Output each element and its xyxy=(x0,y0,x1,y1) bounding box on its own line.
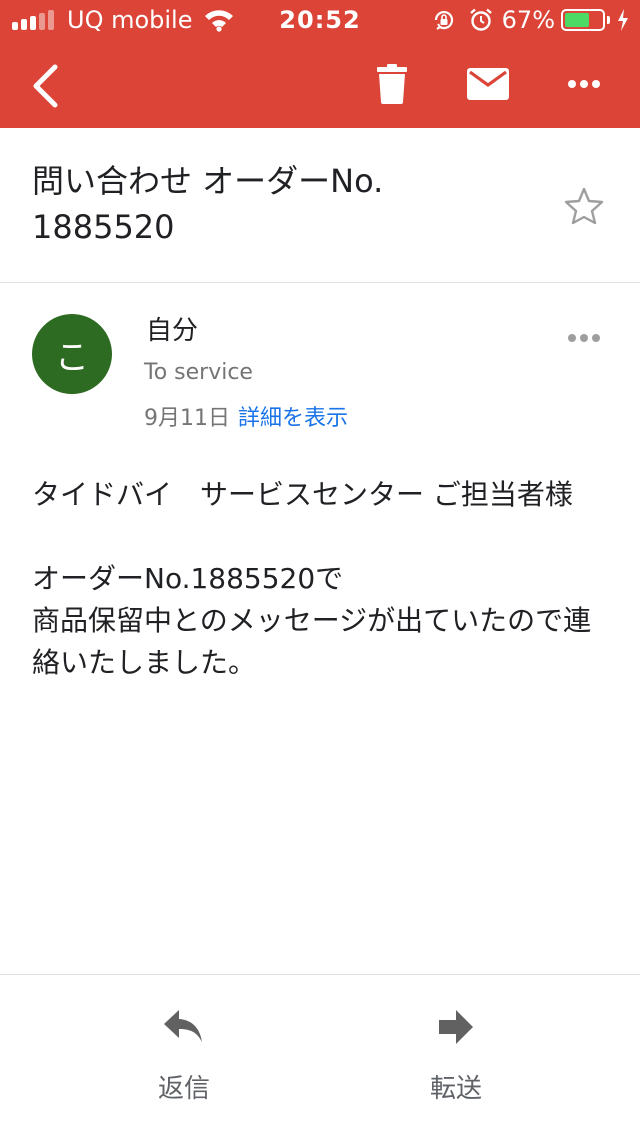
status-right: 67% xyxy=(432,6,630,34)
battery-level xyxy=(565,13,589,27)
sender-avatar[interactable]: こ xyxy=(32,314,112,394)
sender-name: 自分 xyxy=(146,316,199,346)
more-icon xyxy=(568,334,600,342)
star-button[interactable] xyxy=(560,182,608,230)
reply-icon xyxy=(164,1009,202,1042)
reply-button[interactable]: 返信 xyxy=(114,1005,254,1105)
status-bar: UQ mobile 20:52 67% xyxy=(0,0,640,40)
star-icon xyxy=(564,187,604,225)
more-options-button[interactable] xyxy=(560,64,608,104)
body-paragraph: オーダーNo.1885520で 商品保留中とのメッセージが出ていたので連絡いたしま… xyxy=(32,562,592,679)
message-more-button[interactable] xyxy=(562,322,606,354)
mark-unread-button[interactable] xyxy=(460,60,516,108)
email-date: 9月11日 xyxy=(144,406,230,431)
back-arrow-icon xyxy=(33,64,58,108)
subject-area: 問い合わせ オーダーNo. 1885520 xyxy=(0,128,640,283)
battery-icon xyxy=(561,9,605,31)
forward-label: 転送 xyxy=(429,1074,482,1104)
forward-arrow-icon xyxy=(439,1009,473,1044)
charging-icon xyxy=(618,9,628,31)
body-paragraph: タイドバイ サービスセンター ご担当者様 xyxy=(32,478,573,511)
alarm-icon xyxy=(469,8,492,31)
battery-percent: 67% xyxy=(501,6,555,34)
bottom-action-bar: 返信 転送 xyxy=(0,974,640,1136)
header: UQ mobile 20:52 67% xyxy=(0,0,640,128)
battery-cap xyxy=(607,16,610,24)
recipient-line: To service xyxy=(144,360,253,385)
date-line: 9月11日 詳細を表示 xyxy=(144,400,348,432)
reply-label: 返信 xyxy=(157,1074,210,1104)
mail-icon xyxy=(467,68,509,100)
trash-icon xyxy=(377,64,407,104)
more-icon xyxy=(568,80,600,88)
delete-button[interactable] xyxy=(366,60,418,108)
orientation-lock-icon xyxy=(434,11,453,30)
show-details-link[interactable]: 詳細を表示 xyxy=(238,406,348,431)
email-subject: 問い合わせ オーダーNo. 1885520 xyxy=(32,162,384,246)
back-button[interactable] xyxy=(20,58,70,114)
email-body: タイドバイ サービスセンター ご担当者様 オーダーNo.1885520で 商品保留… xyxy=(32,474,592,684)
forward-button[interactable]: 転送 xyxy=(386,1005,526,1105)
